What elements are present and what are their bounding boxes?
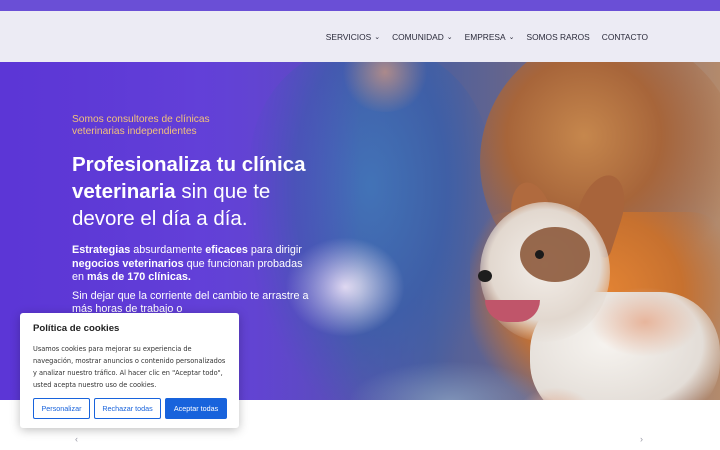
- hero-photo-dog-nose: [478, 270, 492, 282]
- cookie-title: Política de cookies: [33, 323, 120, 334]
- carousel-next-icon[interactable]: ›: [640, 434, 643, 444]
- hero-headline: Profesionaliza tu clínica veterinaria si…: [72, 151, 312, 232]
- p1-strong: eficaces: [205, 244, 248, 256]
- accept-all-button[interactable]: Aceptar todas: [165, 398, 227, 419]
- hero-photo-dog-eye: [535, 250, 544, 259]
- nav-item-empresa[interactable]: EMPRESA ⌄: [465, 32, 515, 42]
- cookie-banner: Política de cookies Usamos cookies para …: [20, 313, 239, 428]
- nav-label: CONTACTO: [601, 31, 648, 42]
- nav-label: SOMOS RAROS: [526, 31, 590, 42]
- nav-item-somos-raros[interactable]: SOMOS RAROS: [526, 32, 589, 42]
- p1-text: absurdamente: [130, 244, 206, 256]
- hero-photo-hand: [590, 287, 700, 357]
- p1-strong: Estrategias: [72, 244, 131, 256]
- p1-strong: negocios veterinarios: [72, 257, 184, 270]
- hero-photo-dog-patch: [520, 227, 590, 282]
- hero-text: Somos consultores de clínicas veterinari…: [72, 114, 312, 322]
- main-nav: SERVICIOS ⌄ COMUNIDAD ⌄ EMPRESA ⌄ SOMOS …: [326, 11, 648, 62]
- nav-item-contacto[interactable]: CONTACTO: [602, 32, 648, 42]
- hero-paragraph: Estrategias absurdamente eficaces para d…: [72, 244, 312, 285]
- p1-strong: más de 170 clínicas.: [87, 271, 191, 283]
- hero-eyebrow: Somos consultores de clínicas veterinari…: [72, 114, 210, 137]
- carousel-prev-icon[interactable]: ‹: [75, 434, 78, 444]
- nav-label: COMUNIDAD: [392, 31, 444, 42]
- hero-photo-jeans: [350, 362, 550, 400]
- nav-label: EMPRESA: [464, 31, 506, 42]
- cookie-text: Usamos cookies para mejorar su experienc…: [33, 345, 226, 389]
- chevron-down-icon: ⌄: [374, 33, 381, 41]
- chevron-down-icon: ⌄: [446, 33, 453, 41]
- nav-label: SERVICIOS: [325, 31, 372, 42]
- nav-item-comunidad[interactable]: COMUNIDAD ⌄: [392, 32, 453, 42]
- reject-all-button[interactable]: Rechazar todas: [94, 398, 161, 419]
- nav-item-servicios[interactable]: SERVICIOS ⌄: [326, 32, 380, 42]
- chevron-down-icon: ⌄: [508, 33, 515, 41]
- site-header: SERVICIOS ⌄ COMUNIDAD ⌄ EMPRESA ⌄ SOMOS …: [0, 11, 720, 62]
- top-accent-strip: [0, 0, 720, 11]
- p1-text: para dirigir: [247, 244, 302, 256]
- customize-button[interactable]: Personalizar: [33, 398, 90, 419]
- cookie-buttons: Personalizar Rechazar todas Aceptar toda…: [33, 398, 227, 419]
